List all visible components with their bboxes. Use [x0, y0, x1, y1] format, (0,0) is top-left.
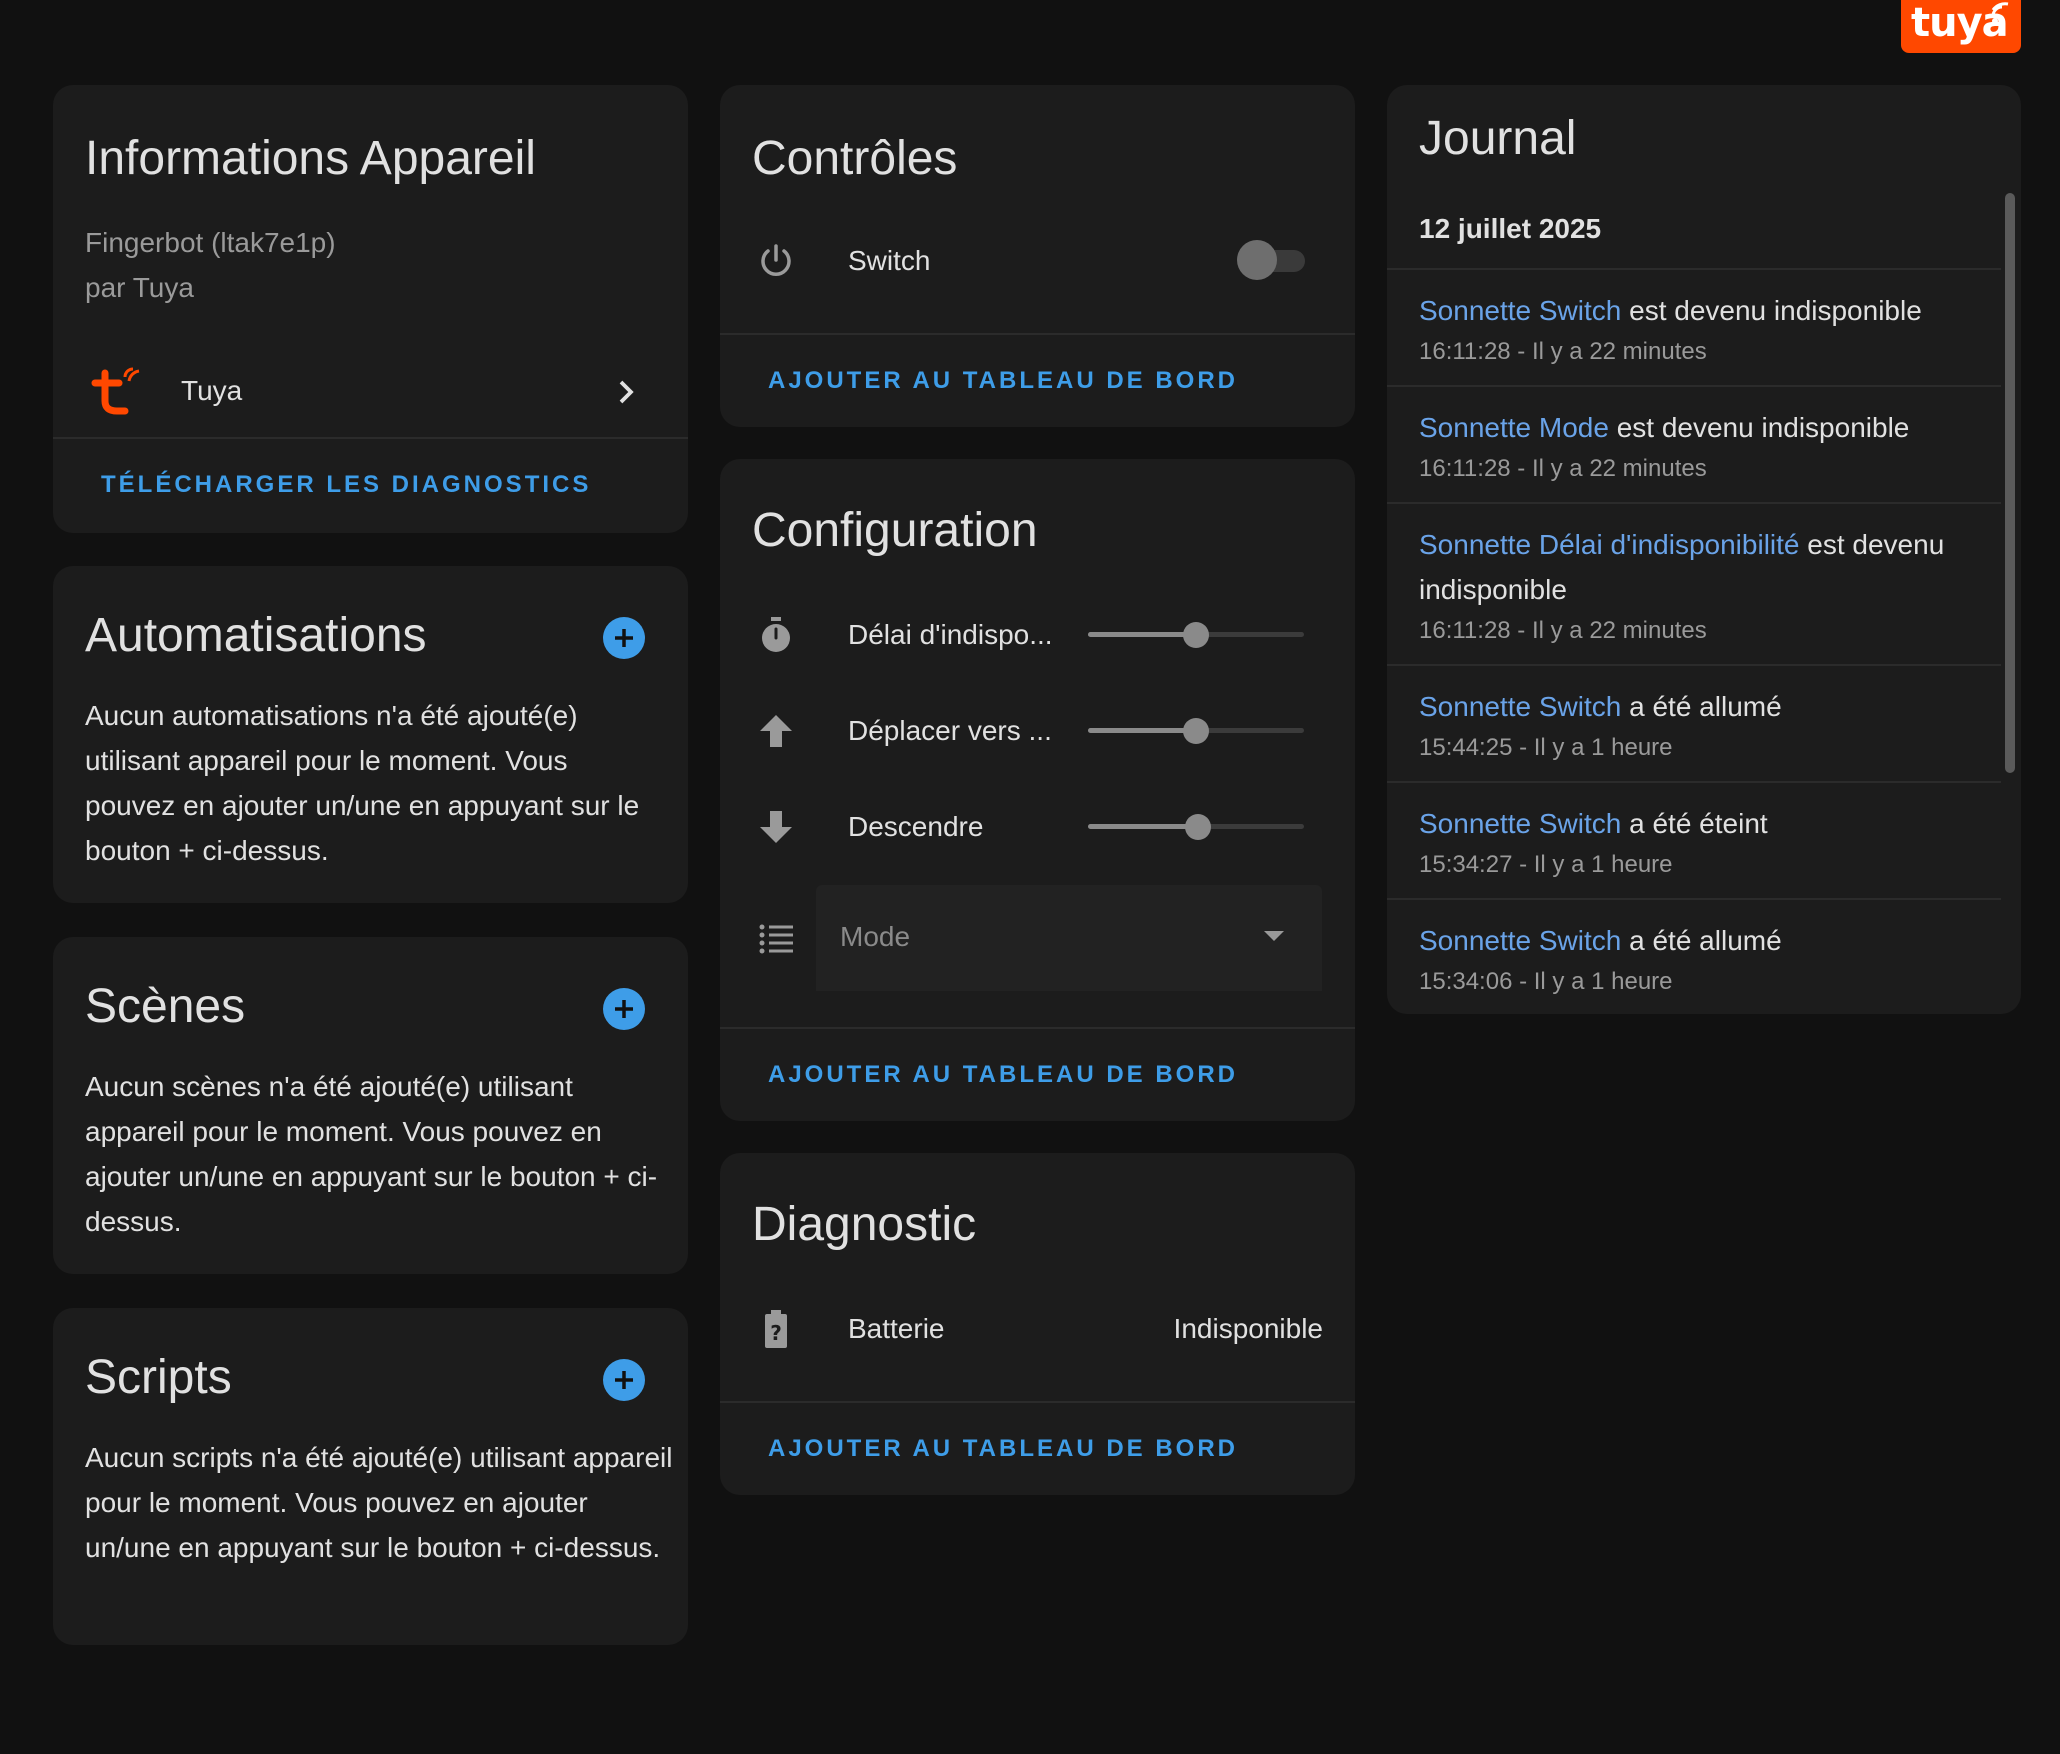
journal-message: est devenu indisponible	[1621, 295, 1922, 326]
config-slider[interactable]	[1088, 814, 1304, 840]
scenes-title: Scènes	[85, 980, 246, 1033]
diagnostic-card: Diagnostic ? Batterie Indisponible AJOUT…	[720, 1153, 1355, 1495]
journal-title: Journal	[1419, 112, 1577, 165]
config-row-label: Délai d'indispo...	[848, 619, 1053, 650]
configuration-title: Configuration	[752, 504, 1038, 557]
config-row-label: Déplacer vers ...	[848, 715, 1052, 746]
tuya-integration-icon	[91, 367, 140, 415]
slider-fill	[1088, 632, 1196, 637]
configuration-card: Configuration Délai d'indispo... Déplace…	[720, 459, 1355, 1121]
config-slider[interactable]	[1088, 718, 1304, 744]
add-scene-button[interactable]	[603, 988, 645, 1030]
journal-message: a été éteint	[1621, 808, 1768, 839]
journal-time: 15:44:25 - Il y a 1 heure	[1419, 734, 1673, 761]
add-automation-button[interactable]	[603, 617, 645, 659]
journal-entry: Sonnette Switch a été éteint 15:34:27 - …	[1387, 781, 2001, 898]
plus-icon	[615, 1371, 633, 1389]
journal-entity-link[interactable]: Sonnette Mode	[1419, 412, 1609, 443]
scripts-title: Scripts	[85, 1351, 232, 1404]
device-info-card: Informations Appareil Fingerbot (ltak7e1…	[53, 85, 688, 533]
arrow-down-icon	[756, 807, 796, 847]
plus-icon	[615, 1000, 633, 1018]
journal-entry: Sonnette Mode est devenu indisponible 16…	[1387, 385, 2001, 502]
configuration-add-to-dashboard-button[interactable]: AJOUTER AU TABLEAU DE BORD	[768, 1061, 1238, 1089]
config-slider[interactable]	[1088, 622, 1304, 648]
controls-card: Contrôles Switch AJOUTER AU TABLEAU DE B…	[720, 85, 1355, 427]
controls-add-to-dashboard-button[interactable]: AJOUTER AU TABLEAU DE BORD	[768, 367, 1238, 395]
scripts-card: Scripts Aucun scripts n'a été ajouté(e) …	[53, 1308, 688, 1645]
diagnostic-title: Diagnostic	[752, 1198, 977, 1251]
journal-entry: Sonnette Switch a été allumé 15:44:25 - …	[1387, 664, 2001, 781]
journal-date: 12 juillet 2025	[1419, 213, 1602, 244]
journal-time: 16:11:28 - Il y a 22 minutes	[1419, 617, 1707, 644]
device-manufacturer: par Tuya	[85, 272, 194, 303]
battery-value: Indisponible	[1173, 1313, 1323, 1344]
battery-unknown-icon: ?	[756, 1309, 796, 1349]
journal-entry: Sonnette Switch est devenu indisponible …	[1387, 268, 2001, 385]
automations-empty-text: Aucun automatisations n'a été ajouté(e) …	[85, 700, 640, 866]
journal-message: a été allumé	[1621, 691, 1782, 722]
controls-title: Contrôles	[752, 132, 958, 185]
journal-time: 16:11:28 - Il y a 22 minutes	[1419, 338, 1707, 365]
slider-thumb[interactable]	[1183, 622, 1209, 648]
journal-time: 15:34:27 - Il y a 1 heure	[1419, 851, 1673, 878]
journal-time: 16:11:28 - Il y a 22 minutes	[1419, 455, 1707, 482]
journal-message: a été allumé	[1621, 925, 1782, 956]
journal-entity-link[interactable]: Sonnette Switch	[1419, 808, 1621, 839]
chevron-right-icon	[619, 380, 634, 404]
diagnostic-add-to-dashboard-button[interactable]: AJOUTER AU TABLEAU DE BORD	[768, 1435, 1238, 1463]
slider-thumb[interactable]	[1183, 718, 1209, 744]
diagnostic-divider	[720, 1401, 1355, 1403]
scenes-empty-text: Aucun scènes n'a été ajouté(e) utilisant…	[85, 1071, 658, 1237]
battery-label: Batterie	[848, 1313, 945, 1344]
config-row-label: Descendre	[848, 811, 984, 842]
timer-icon	[756, 615, 796, 655]
list-icon	[756, 919, 796, 959]
journal-scrollbar[interactable]	[2005, 193, 2015, 773]
scripts-empty-text: Aucun scripts n'a été ajouté(e) utilisan…	[85, 1442, 673, 1563]
configuration-divider	[720, 1027, 1355, 1029]
toggle-thumb	[1237, 240, 1277, 280]
journal-card: Journal 12 juillet 2025 Sonnette Switch …	[1387, 85, 2021, 1014]
slider-fill	[1088, 728, 1196, 733]
mode-select[interactable]: Mode	[816, 885, 1322, 991]
journal-entry: Sonnette Délai d'indisponibilité est dev…	[1387, 502, 2001, 664]
journal-time: 15:34:06 - Il y a 1 heure	[1419, 968, 1673, 995]
switch-toggle[interactable]	[1237, 240, 1309, 280]
slider-thumb[interactable]	[1185, 814, 1212, 840]
power-icon	[756, 241, 796, 281]
add-script-button[interactable]	[603, 1359, 645, 1401]
controls-divider	[720, 333, 1355, 335]
automations-title: Automatisations	[85, 609, 427, 662]
integration-name: Tuya	[181, 375, 243, 406]
automations-card: Automatisations Aucun automatisations n'…	[53, 566, 688, 903]
journal-entity-link[interactable]: Sonnette Switch	[1419, 691, 1621, 722]
device-info-divider	[53, 437, 688, 439]
plus-icon	[615, 629, 633, 647]
download-diagnostics-button[interactable]: TÉLÉCHARGER LES DIAGNOSTICS	[101, 471, 591, 499]
journal-message: est devenu indisponible	[1608, 412, 1910, 443]
svg-text:?: ?	[770, 1321, 782, 1345]
journal-entity-link[interactable]: Sonnette Délai d'indisponibilité	[1419, 529, 1800, 560]
device-info-title: Informations Appareil	[85, 132, 536, 185]
arrow-up-icon	[756, 711, 796, 751]
journal-entity-link[interactable]: Sonnette Switch	[1419, 295, 1621, 326]
journal-entity-link[interactable]: Sonnette Switch	[1419, 925, 1621, 956]
journal-entry: Sonnette Switch a été allumé 15:34:06 - …	[1387, 898, 2001, 1014]
scenes-card: Scènes Aucun scènes n'a été ajouté(e) ut…	[53, 937, 688, 1274]
dropdown-arrow-icon	[1264, 931, 1284, 941]
slider-fill	[1088, 824, 1199, 829]
device-model: Fingerbot (ltak7e1p)	[85, 227, 336, 258]
mode-select-placeholder: Mode	[840, 921, 911, 952]
switch-label: Switch	[848, 245, 931, 276]
tuya-logo: tuya	[1901, 0, 2021, 53]
wifi-signal-icon	[1991, 2, 2009, 24]
integration-row[interactable]: Tuya	[53, 345, 688, 437]
